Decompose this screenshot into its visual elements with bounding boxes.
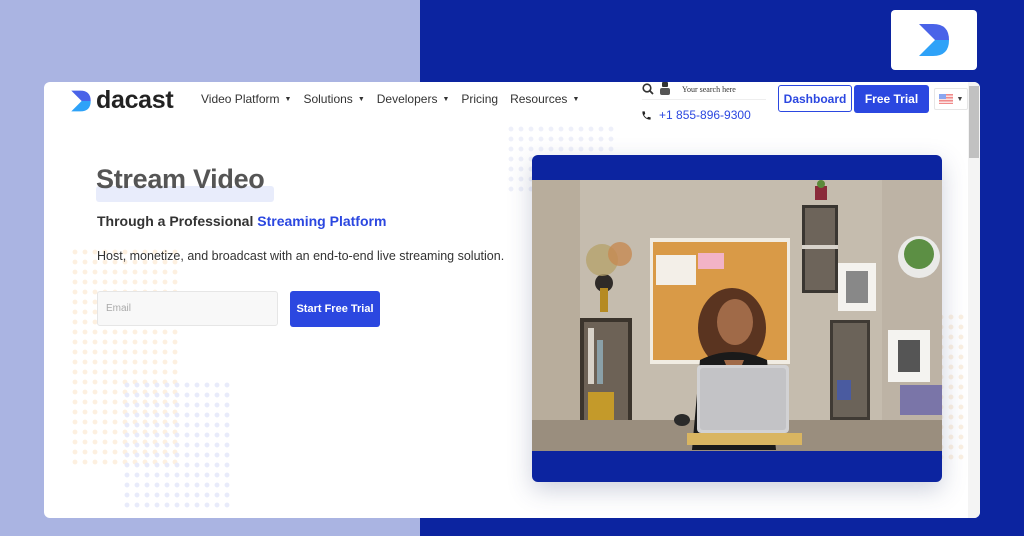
- email-input[interactable]: [97, 291, 278, 326]
- scrollbar-thumb[interactable]: [969, 86, 979, 158]
- video-thumbnail: [532, 180, 942, 451]
- search-input[interactable]: Your search here: [682, 85, 736, 94]
- hero-title: Stream Video: [96, 164, 265, 194]
- nav-label: Developers: [376, 92, 438, 106]
- caret-down-icon: ▼: [284, 95, 292, 103]
- start-free-trial-button[interactable]: Start Free Trial: [290, 291, 380, 327]
- caret-down-icon: ▼: [572, 95, 580, 103]
- nav-label: Pricing: [461, 92, 499, 106]
- caret-down-icon: ▼: [357, 95, 365, 103]
- dashboard-button[interactable]: Dashboard: [778, 85, 852, 112]
- subtitle-prefix: Through a Professional: [97, 213, 258, 229]
- language-selector[interactable]: ▼: [934, 88, 968, 110]
- caret-down-icon: ▼: [956, 95, 964, 103]
- us-flag-icon: [938, 94, 953, 104]
- toggle-icon[interactable]: [660, 82, 670, 96]
- corner-logo: [891, 10, 977, 70]
- phone-contact[interactable]: +1 855-896-9300: [641, 108, 751, 122]
- nav-label: Resources: [510, 92, 568, 106]
- dacast-logo-icon: [71, 90, 91, 111]
- hero-subtitle: Through a Professional Streaming Platfor…: [97, 213, 386, 229]
- search-bar[interactable]: Your search here: [642, 82, 766, 100]
- browser-window: dacast Video Platform ▼ Solutions ▼ Deve…: [44, 82, 980, 518]
- hero-description: Host, monetize, and broadcast with an en…: [97, 249, 505, 263]
- nav-item-solutions[interactable]: Solutions ▼: [303, 92, 364, 106]
- site-logo[interactable]: dacast: [70, 86, 174, 115]
- nav-item-video-platform[interactable]: Video Platform ▼: [201, 92, 291, 106]
- main-nav: Video Platform ▼ Solutions ▼ Developers …: [201, 92, 579, 106]
- caret-down-icon: ▼: [442, 95, 450, 103]
- subtitle-accent: Streaming Platform: [257, 213, 387, 229]
- nav-item-resources[interactable]: Resources ▼: [510, 92, 579, 106]
- nav-label: Solutions: [303, 92, 353, 106]
- decorative-dots-blue: [122, 380, 232, 508]
- dacast-logo-icon: [919, 24, 949, 56]
- search-icon[interactable]: [642, 83, 654, 95]
- nav-item-pricing[interactable]: Pricing: [461, 92, 498, 106]
- phone-number[interactable]: +1 855-896-9300: [659, 108, 751, 122]
- nav-label: Video Platform: [201, 92, 280, 106]
- phone-icon: [642, 110, 651, 120]
- nav-item-developers[interactable]: Developers ▼: [377, 92, 450, 106]
- free-trial-button[interactable]: Free Trial: [854, 85, 929, 113]
- video-player[interactable]: [532, 155, 942, 482]
- video-frame[interactable]: [532, 180, 942, 451]
- scrollbar[interactable]: [968, 82, 980, 518]
- logo-text: dacast: [96, 86, 174, 114]
